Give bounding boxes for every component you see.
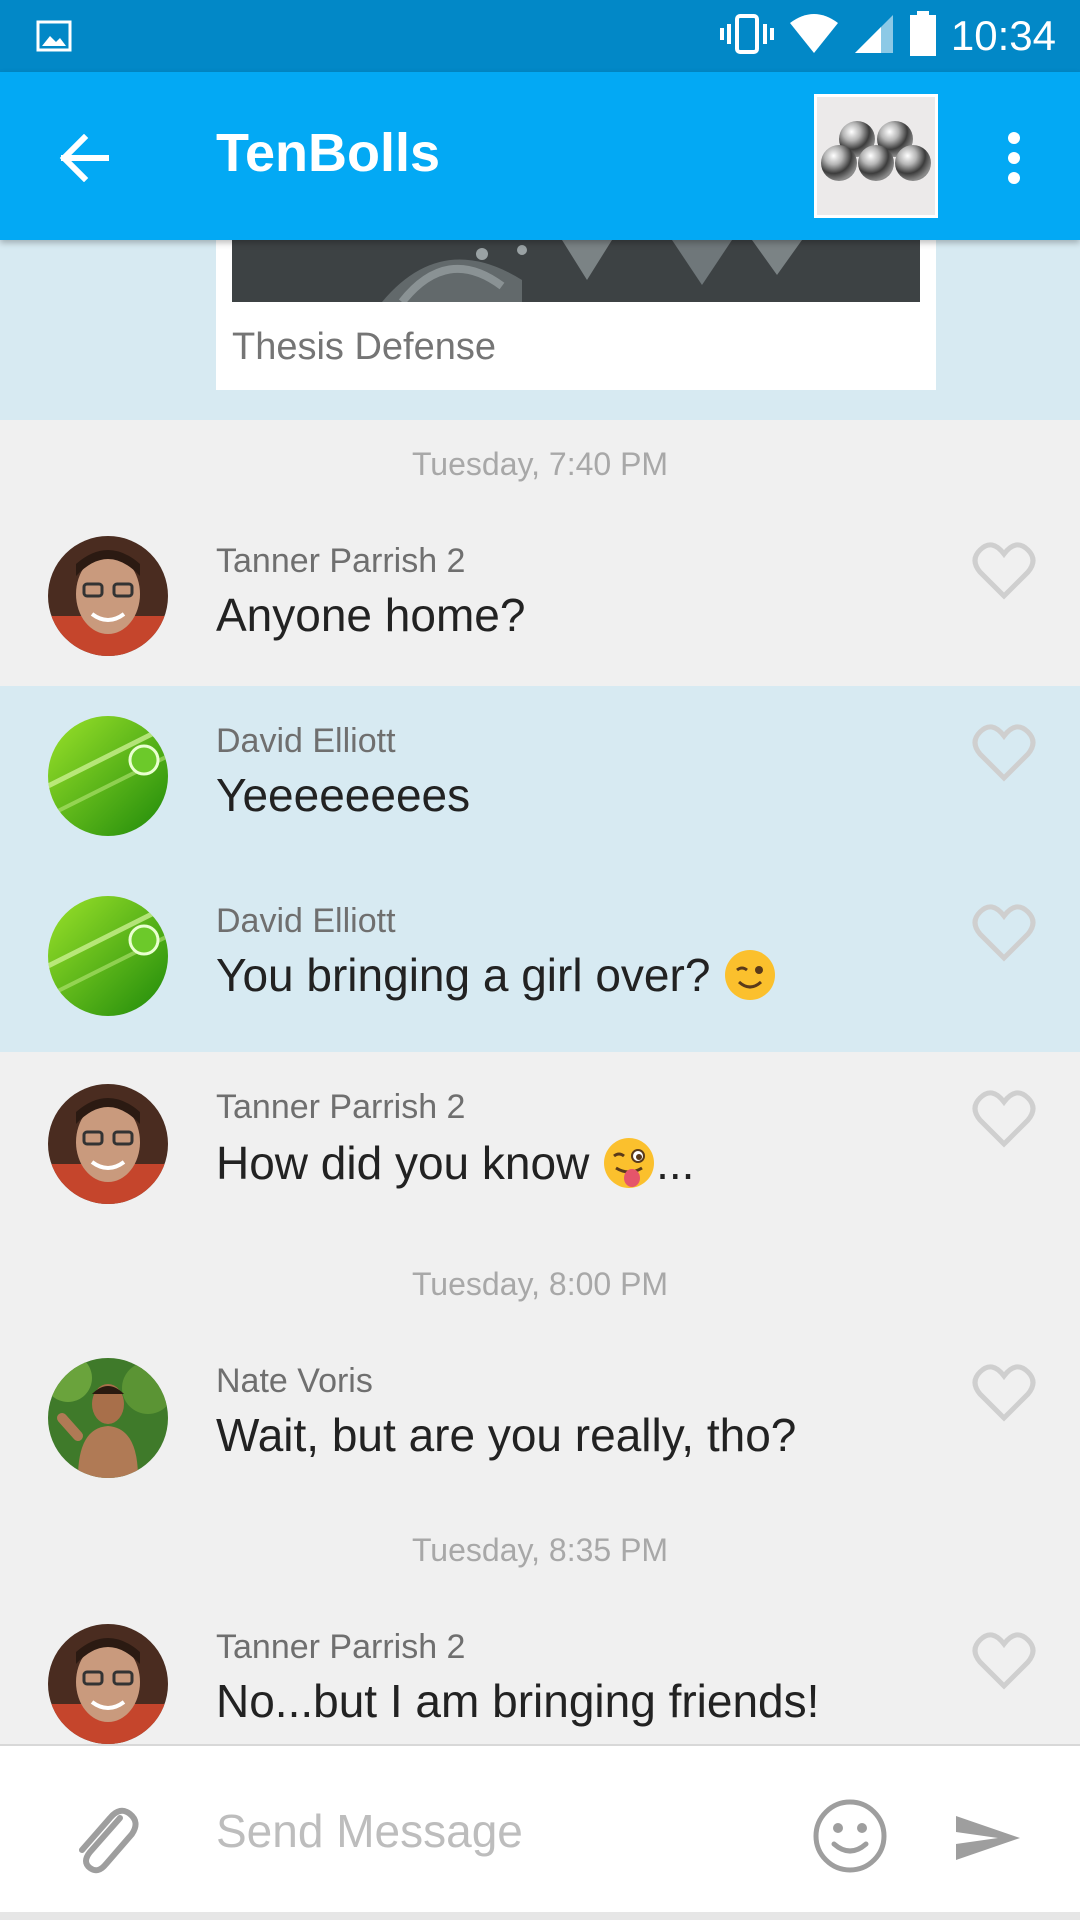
heart-icon[interactable]: [972, 1362, 1036, 1422]
sender-name: Tanner Parrish 2: [216, 1628, 466, 1666]
signal-icon: [853, 13, 895, 60]
emoji-button[interactable]: [810, 1796, 890, 1876]
card-image: [232, 240, 920, 302]
message-row[interactable]: Nate Voris Wait, but are you really, tho…: [0, 1330, 1080, 1510]
message-text: Wait, but are you really, tho?: [216, 1409, 797, 1461]
sender-name: David Elliott: [216, 722, 396, 760]
timestamp: Tuesday, 8:35 PM: [411, 1532, 669, 1568]
more-vert-icon: [1008, 132, 1020, 184]
message-text: Yeeeeeeees: [216, 769, 471, 821]
message-text-content: How did you know: [216, 1137, 603, 1189]
shared-card[interactable]: Thesis Defense: [216, 240, 936, 390]
send-button[interactable]: [952, 1802, 1024, 1874]
arrow-back-icon: [59, 134, 109, 182]
group-avatar[interactable]: [814, 94, 938, 218]
avatar[interactable]: [48, 1084, 168, 1204]
sender-name: Tanner Parrish 2: [216, 1088, 466, 1126]
app-bar: TenBolls: [0, 72, 1080, 240]
heart-icon[interactable]: [972, 1630, 1036, 1690]
sender-name: David Elliott: [216, 902, 396, 940]
image-notification-icon: [36, 18, 72, 54]
sender-name: Tanner Parrish 2: [216, 542, 466, 580]
avatar[interactable]: [48, 1624, 168, 1744]
message-suffix: ...: [656, 1137, 695, 1189]
ball-bearings-image: [817, 97, 935, 215]
timestamp: Tuesday, 8:00 PM: [411, 1266, 669, 1302]
avatar[interactable]: [48, 536, 168, 656]
avatar[interactable]: [48, 716, 168, 836]
wink-emoji: [723, 948, 777, 1002]
attach-button[interactable]: [70, 1796, 140, 1876]
vibrate-icon: [719, 12, 775, 61]
paperclip-icon: [79, 1807, 139, 1874]
avatar[interactable]: [48, 896, 168, 1016]
wifi-icon: [789, 13, 839, 60]
card-caption: Thesis Defense: [232, 326, 497, 368]
bottom-edge: [0, 1912, 1080, 1920]
status-clock: 10:34: [950, 12, 1056, 59]
battery-icon: [909, 10, 937, 62]
shared-card-row: Thesis Defense: [0, 240, 1080, 420]
message-text-content: You bringing a girl over?: [216, 949, 724, 1001]
sender-name: Nate Voris: [216, 1362, 373, 1400]
message-row[interactable]: Tanner Parrish 2 Anyone home?: [0, 510, 1080, 686]
highlight-group: David Elliott Yeeeeeeees David Elliott Y…: [0, 686, 1080, 1052]
message-input[interactable]: [216, 1786, 776, 1876]
message-row[interactable]: Tanner Parrish 2 No...but I am bringing …: [0, 1596, 1080, 1744]
message-text: How did you know ...: [216, 1136, 694, 1190]
send-icon: [956, 1816, 1020, 1860]
message-row[interactable]: Tanner Parrish 2 How did you know ...: [0, 1052, 1080, 1242]
message-text: You bringing a girl over?: [216, 948, 777, 1002]
back-button[interactable]: [44, 118, 124, 198]
message-text: Anyone home?: [216, 589, 526, 641]
message-composer: [0, 1744, 1080, 1920]
smiley-icon: [813, 1799, 887, 1873]
heart-icon[interactable]: [972, 722, 1036, 782]
avatar[interactable]: [48, 1358, 168, 1478]
tongue-wink-emoji: [602, 1136, 656, 1190]
heart-icon[interactable]: [972, 540, 1036, 600]
page-title: TenBolls: [216, 123, 441, 183]
status-bar: 10:34: [0, 0, 1080, 72]
heart-icon[interactable]: [972, 1088, 1036, 1148]
message-text: No...but I am bringing friends!: [216, 1675, 820, 1727]
heart-icon[interactable]: [972, 902, 1036, 962]
more-options-button[interactable]: [984, 118, 1044, 198]
timestamp: Tuesday, 7:40 PM: [411, 446, 669, 482]
